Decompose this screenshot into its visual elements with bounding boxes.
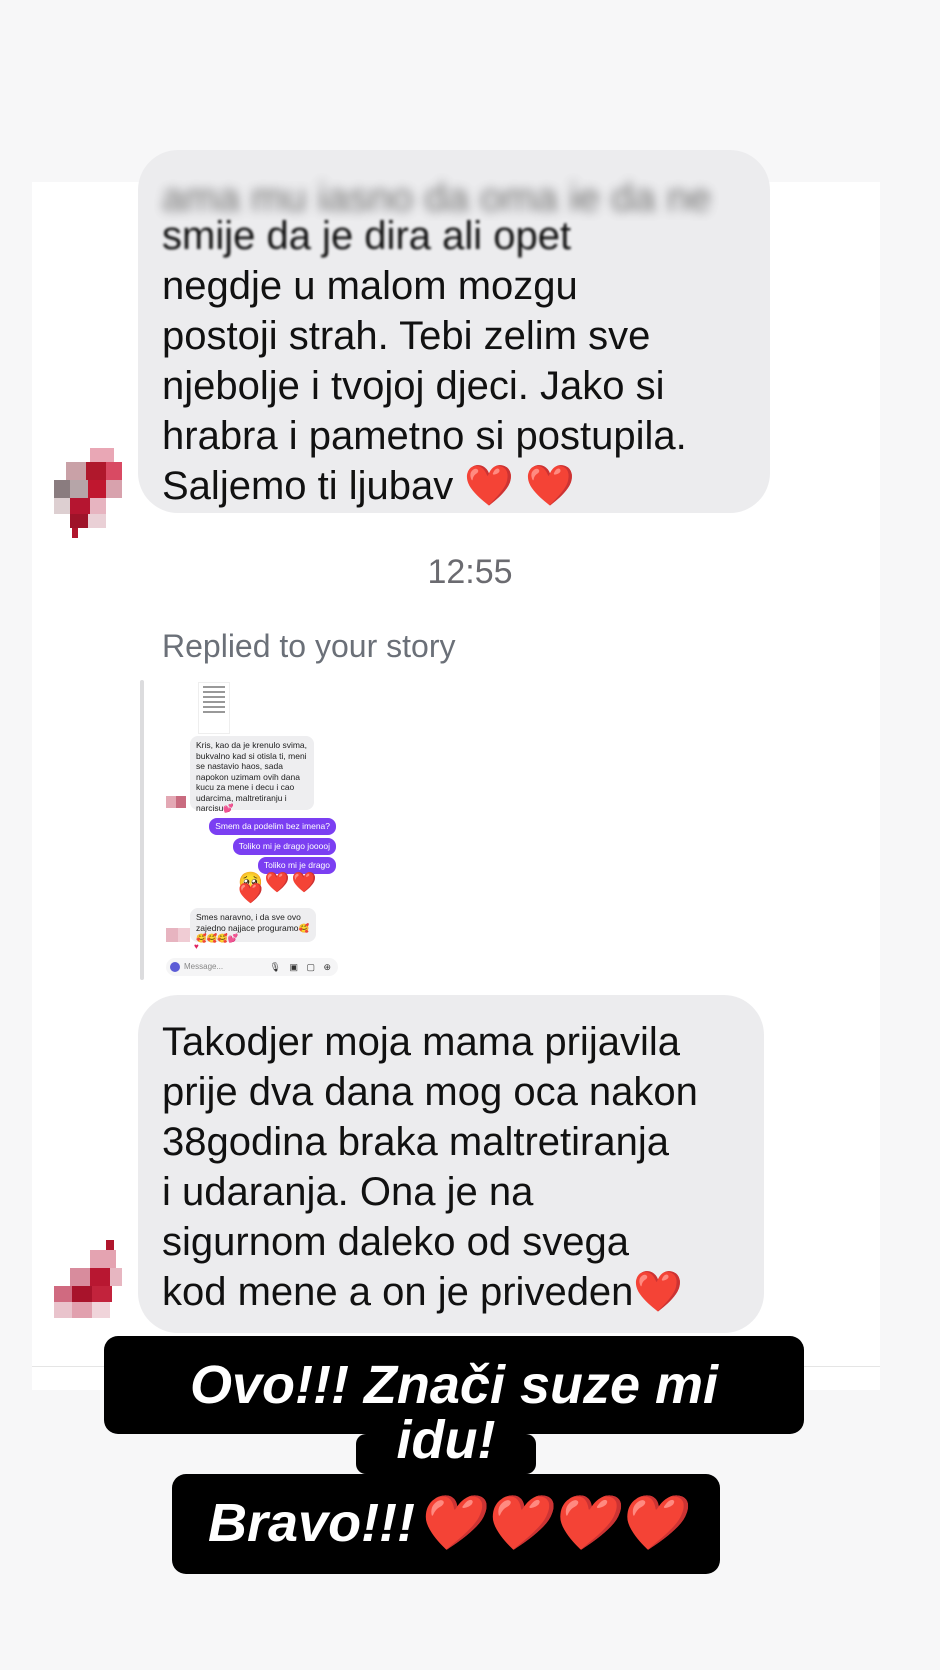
message-line: kod mene a on je priveden❤️ [162, 1270, 684, 1314]
avatar[interactable] [54, 1240, 124, 1340]
story-emoji-row: 🥺❤️❤️❤️ [238, 872, 319, 905]
message-line: postoji strah. Tebi zelim sve [162, 314, 651, 358]
message-line-blurred: ama mu jasno da oma je da ne [162, 176, 712, 211]
story-preview[interactable]: Kris, kao da je krenulo svima, bukvalno … [160, 680, 340, 980]
replied-to-story-label: Replied to your story [162, 628, 456, 664]
message-bubble[interactable]: Takodjer moja mama prijavila prije dva d… [138, 995, 764, 1333]
story-message-text: Smes naravno, i da sve ovo zajedno najja… [196, 912, 310, 943]
caption-text: Bravo!!!❤️❤️❤️❤️ [208, 1493, 684, 1553]
avatar [162, 792, 188, 814]
timestamp: 12:55 [427, 553, 513, 591]
story-thumbnail-image [198, 682, 230, 734]
message-line: njebolje i tvojoj djeci. Jako si [162, 364, 665, 408]
message-bubble[interactable]: ama mu jasno da oma je da ne smije da je… [138, 150, 770, 513]
story-message-incoming: Smes naravno, i da sve ovo zajedno najja… [190, 908, 316, 943]
story-heart-reaction: ♥ [194, 942, 199, 951]
caption-line-2: idu! [396, 1410, 496, 1470]
message-line: sigurnom daleko od svega [162, 1220, 629, 1264]
input-tools-icons: 🎙 ▣ ▢ ⊕ [269, 962, 334, 972]
message-line: prije dva dana mog oca nakon [162, 1070, 698, 1114]
caption-line-3: Bravo!!!❤️❤️❤️❤️ [172, 1474, 720, 1574]
message-line: i udaranja. Ona je na [162, 1170, 534, 1214]
story-message-input: Message... 🎙 ▣ ▢ ⊕ [166, 958, 338, 976]
message-placeholder: Message... [184, 962, 224, 971]
message-line: hrabra i pametno si postupila. [162, 414, 687, 458]
story-message-outgoing: Smem da podelim bez imena? [209, 818, 336, 835]
message-line: 38godina braka maltretiranja [162, 1120, 669, 1164]
story-message-text: Kris, kao da je krenulo svima, bukvalno … [196, 740, 308, 813]
camera-icon [170, 962, 180, 972]
story-message-outgoing: Toliko mi je drago jooooj [232, 838, 336, 855]
avatar[interactable] [54, 448, 124, 548]
avatar [164, 924, 190, 946]
reply-indicator-bar [140, 680, 144, 980]
message-line: smije da je dira ali opet [162, 214, 572, 258]
story-message-incoming: Kris, kao da je krenulo svima, bukvalno … [190, 736, 314, 813]
message-line: negdje u malom mozgu [162, 264, 578, 308]
message-line: Takodjer moja mama prijavila [162, 1020, 680, 1064]
message-line: Saljemo ti ljubav ❤️ ❤️ [162, 464, 576, 508]
